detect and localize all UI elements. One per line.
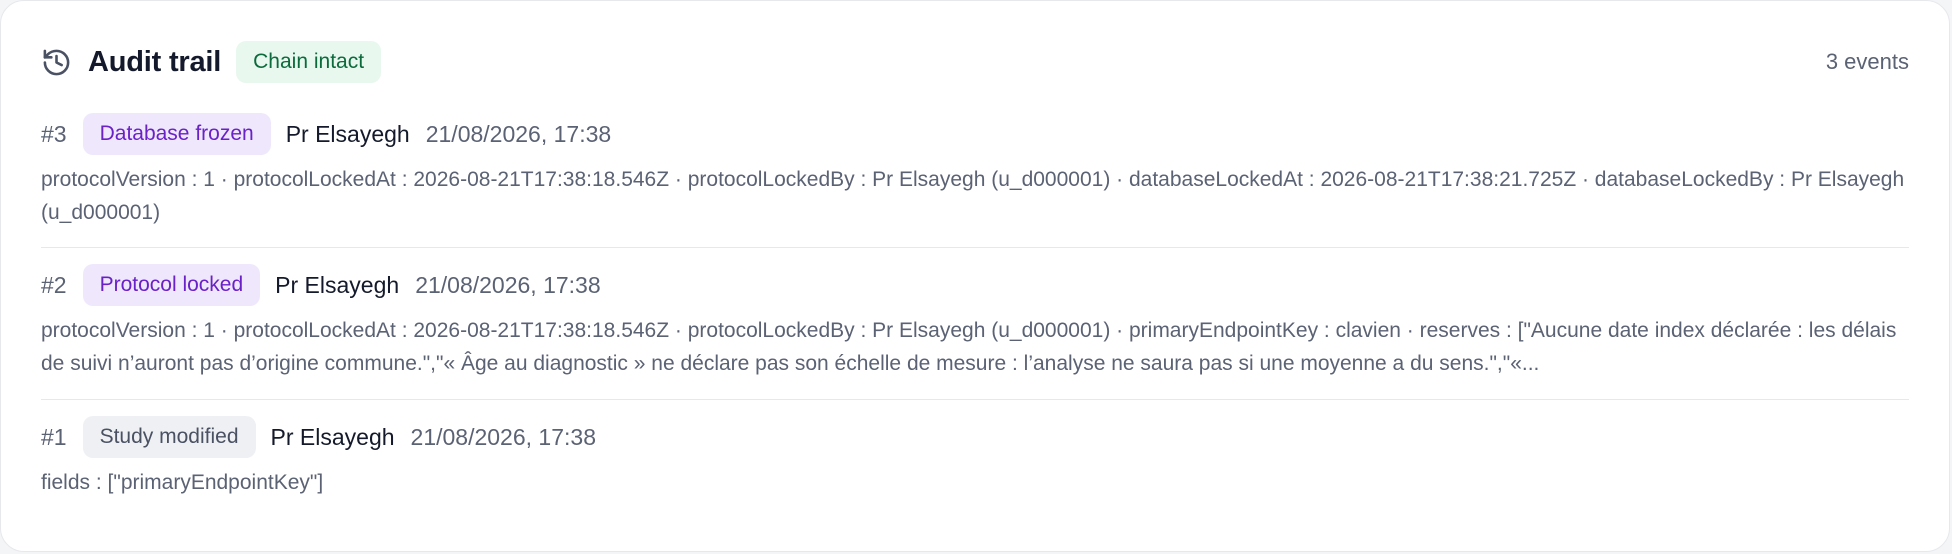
audit-trail-header: Audit trail Chain intact 3 events: [41, 41, 1909, 83]
event-timestamp: 21/08/2026, 17:38: [425, 120, 612, 147]
audit-event-header: #1 Study modified Pr Elsayegh 21/08/2026…: [41, 416, 1909, 458]
event-details: protocolVersion : 1 · protocolLockedAt :…: [41, 319, 1897, 375]
event-number: #3: [41, 120, 67, 147]
audit-event-header: #2 Protocol locked Pr Elsayegh 21/08/202…: [41, 264, 1909, 306]
event-type-badge: Protocol locked: [82, 264, 261, 306]
event-actor: Pr Elsayegh: [270, 423, 395, 450]
audit-event: #3 Database frozen Pr Elsayegh 21/08/202…: [41, 113, 1909, 248]
event-timestamp: 21/08/2026, 17:38: [415, 271, 601, 298]
audit-trail-card: Audit trail Chain intact 3 events #3 Dat…: [0, 0, 1950, 552]
history-icon: [41, 47, 72, 78]
page-title: Audit trail: [88, 45, 222, 78]
event-timestamp: 21/08/2026, 17:38: [410, 423, 596, 450]
event-details: protocolVersion : 1 · protocolLockedAt :…: [41, 168, 1905, 224]
event-type-badge: Database frozen: [82, 113, 271, 155]
audit-event: #2 Protocol locked Pr Elsayegh 21/08/202…: [41, 264, 1909, 400]
event-actor: Pr Elsayegh: [275, 271, 400, 298]
event-number: #1: [41, 423, 67, 450]
event-type-badge: Study modified: [82, 416, 256, 458]
event-count: 3 events: [1825, 49, 1909, 74]
audit-event: #1 Study modified Pr Elsayegh 21/08/2026…: [41, 416, 1909, 506]
event-actor: Pr Elsayegh: [285, 120, 410, 147]
chain-status-badge: Chain intact: [236, 41, 382, 83]
event-number: #2: [41, 271, 67, 298]
event-details: fields : ["primaryEndpointKey"]: [41, 471, 324, 494]
audit-event-header: #3 Database frozen Pr Elsayegh 21/08/202…: [41, 113, 1909, 155]
